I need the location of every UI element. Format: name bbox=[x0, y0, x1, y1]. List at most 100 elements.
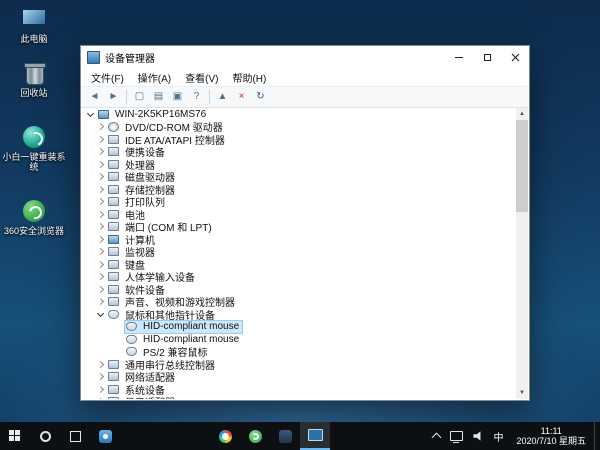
software-device-icon bbox=[108, 285, 119, 294]
scroll-down-arrow-icon[interactable]: ▼ bbox=[516, 387, 528, 399]
menu-bar: 文件(F)操作(A)查看(V)帮助(H) bbox=[81, 68, 529, 86]
ime-indicator[interactable]: 中 bbox=[488, 422, 508, 450]
expand-chevron-icon[interactable] bbox=[96, 247, 105, 256]
expand-chevron-icon[interactable] bbox=[96, 297, 105, 306]
pinned-360-browser[interactable] bbox=[240, 422, 270, 450]
show-desktop-button[interactable] bbox=[594, 422, 600, 450]
clock-date: 2020/7/10 星期五 bbox=[516, 436, 586, 447]
expand-chevron-icon[interactable] bbox=[96, 135, 105, 144]
xiaobai-icon bbox=[19, 124, 49, 150]
expand-chevron-icon[interactable] bbox=[96, 147, 105, 156]
task-view-icon bbox=[70, 431, 81, 442]
menu-help[interactable]: 帮助(H) bbox=[225, 70, 273, 85]
mouse-icon bbox=[126, 322, 137, 331]
collapse-chevron-icon[interactable] bbox=[86, 110, 95, 119]
collapse-chevron-icon[interactable] bbox=[96, 310, 105, 319]
keyboard-icon bbox=[108, 260, 119, 269]
update-driver-icon: ▲ bbox=[218, 92, 228, 102]
toolbar-update-driver-button[interactable]: ▲ bbox=[213, 88, 232, 106]
network-status-button[interactable] bbox=[445, 422, 468, 450]
expand-chevron-icon[interactable] bbox=[96, 160, 105, 169]
title-bar[interactable]: 设备管理器 bbox=[81, 46, 529, 68]
scroll-up-arrow-icon[interactable]: ▲ bbox=[516, 108, 528, 120]
portable-device-icon bbox=[108, 147, 119, 156]
toolbar-properties-button[interactable]: ▣ bbox=[168, 88, 187, 106]
close-icon bbox=[511, 53, 520, 62]
expand-chevron-icon[interactable] bbox=[96, 122, 105, 131]
taskbar: 中 11:11 2020/7/10 星期五 bbox=[0, 422, 600, 450]
expand-chevron-icon[interactable] bbox=[96, 385, 105, 394]
toolbar-forward-button[interactable]: ► bbox=[104, 88, 123, 106]
expand-chevron-icon[interactable] bbox=[96, 172, 105, 181]
desktop-icon-xiaobai[interactable]: 小白一键重装系统 bbox=[2, 124, 66, 172]
maximize-button[interactable] bbox=[473, 46, 501, 68]
tree-item-label: 显示适配器 bbox=[123, 394, 177, 399]
toolbar-uninstall-button[interactable]: × bbox=[232, 88, 251, 106]
expand-chevron-icon[interactable] bbox=[96, 210, 105, 219]
desktop-icon-recycle-bin[interactable]: 回收站 bbox=[2, 60, 66, 98]
expand-chevron-icon[interactable] bbox=[96, 285, 105, 294]
expand-chevron-icon[interactable] bbox=[96, 272, 105, 281]
menu-view[interactable]: 查看(V) bbox=[178, 70, 225, 85]
close-button[interactable] bbox=[501, 46, 529, 68]
desktop-icon-label: 360安全浏览器 bbox=[2, 226, 66, 236]
tree-item-hid-mouse-1[interactable]: HID-compliant mouse bbox=[82, 321, 515, 334]
pinned-search-app[interactable] bbox=[210, 422, 240, 450]
network-adapter-icon bbox=[108, 372, 119, 381]
device-manager-taskbar-button[interactable] bbox=[300, 422, 330, 450]
desktop-icon-this-pc[interactable]: 此电脑 bbox=[2, 6, 66, 44]
chevron-spacer bbox=[114, 322, 123, 331]
expand-chevron-icon[interactable] bbox=[96, 235, 105, 244]
start-button[interactable] bbox=[0, 422, 30, 450]
vertical-scrollbar[interactable]: ▲ ▼ bbox=[516, 108, 528, 399]
hid-device-icon bbox=[108, 272, 119, 281]
volume-button[interactable] bbox=[468, 422, 488, 450]
toolbar-help-button[interactable]: ? bbox=[187, 88, 206, 106]
display-adapter-icon bbox=[108, 397, 119, 399]
pinned-app-1-icon bbox=[99, 430, 112, 443]
computer-icon bbox=[108, 235, 119, 244]
mouse-icon bbox=[126, 347, 137, 356]
expand-chevron-icon[interactable] bbox=[96, 222, 105, 231]
expand-chevron-icon[interactable] bbox=[96, 197, 105, 206]
desktop-icon-browser-360[interactable]: 360安全浏览器 bbox=[2, 198, 66, 236]
expand-chevron-icon[interactable] bbox=[96, 260, 105, 269]
dvd-icon bbox=[108, 122, 119, 132]
printer-icon bbox=[108, 197, 119, 206]
device-tree: WIN-2K5KP16MS76DVD/CD-ROM 驱动器IDE ATA/ATA… bbox=[82, 108, 515, 399]
pinned-app-2[interactable] bbox=[270, 422, 300, 450]
tree-item-display[interactable]: 显示适配器 bbox=[82, 396, 515, 400]
pinned-app-1[interactable] bbox=[90, 422, 120, 450]
toolbar-scan-hardware-button[interactable]: ↻ bbox=[251, 88, 270, 106]
taskbar-clock[interactable]: 11:11 2020/7/10 星期五 bbox=[508, 426, 594, 447]
system-tray: 中 11:11 2020/7/10 星期五 bbox=[428, 422, 600, 450]
expand-chevron-icon[interactable] bbox=[96, 397, 105, 399]
cortana-ring-icon bbox=[40, 431, 51, 442]
cortana-search-button[interactable] bbox=[30, 422, 60, 450]
minimize-button[interactable] bbox=[445, 46, 473, 68]
toolbar-console-window-button[interactable]: ▢ bbox=[130, 88, 149, 106]
mouse-icon bbox=[126, 335, 137, 344]
properties-icon: ▣ bbox=[173, 92, 182, 102]
this-pc-icon bbox=[19, 6, 49, 32]
tree-item-mouse[interactable]: 鼠标和其他指针设备 bbox=[82, 308, 515, 321]
toolbar-back-button[interactable]: ◄ bbox=[85, 88, 104, 106]
usb-controller-icon bbox=[108, 360, 119, 369]
scrollbar-thumb[interactable] bbox=[516, 120, 528, 212]
expand-chevron-icon[interactable] bbox=[96, 360, 105, 369]
task-view-button[interactable] bbox=[60, 422, 90, 450]
network-icon bbox=[450, 431, 463, 441]
windows-logo-icon bbox=[9, 430, 21, 442]
recycle-bin-icon bbox=[19, 60, 49, 86]
menu-action[interactable]: 操作(A) bbox=[131, 70, 178, 85]
expand-chevron-icon[interactable] bbox=[96, 372, 105, 381]
expand-chevron-icon[interactable] bbox=[96, 185, 105, 194]
device-manager-app-icon bbox=[308, 429, 323, 441]
tree-item-inner[interactable]: 显示适配器 bbox=[106, 395, 179, 399]
mouse-icon bbox=[108, 310, 119, 319]
chevron-spacer bbox=[114, 335, 123, 344]
menu-file[interactable]: 文件(F) bbox=[84, 70, 131, 85]
colorful-search-icon bbox=[219, 430, 232, 443]
toolbar-export-list-button[interactable]: ▤ bbox=[149, 88, 168, 106]
tray-overflow-button[interactable] bbox=[428, 422, 445, 450]
